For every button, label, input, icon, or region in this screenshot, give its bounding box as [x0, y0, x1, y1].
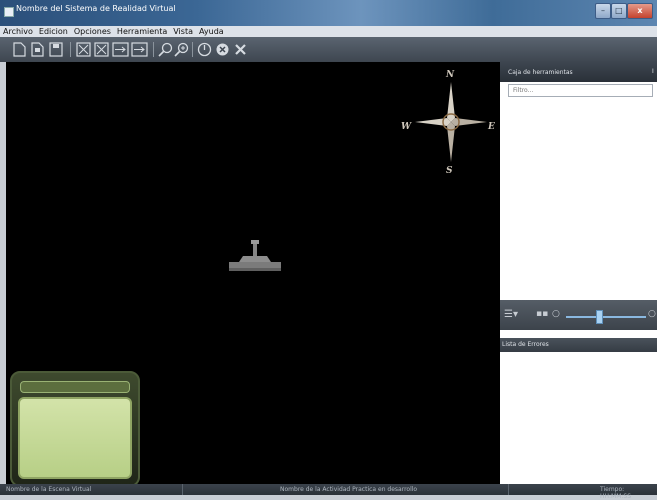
menu-opciones[interactable]: Opciones [71, 26, 114, 37]
compass-north-label: N [446, 70, 455, 80]
zoom-slider-handle[interactable] [596, 310, 603, 324]
minimap-screen[interactable] [18, 397, 132, 479]
scene-object[interactable] [229, 240, 281, 274]
zoom-bar: ☰▾ ▪▪ ○ ○ [500, 300, 657, 330]
menu-herramienta[interactable]: Herramienta [114, 26, 170, 37]
maximize-button[interactable]: □ [610, 3, 627, 19]
menu-bar: Archivo Edicion Opciones Herramienta Vis… [0, 26, 657, 37]
filter-input[interactable] [508, 84, 653, 97]
right-panel: Caja de herramientas I ☰▾ ▪▪ ○ ○ Lista d… [500, 62, 657, 484]
app-icon [4, 7, 14, 17]
fit-view-icon[interactable] [76, 42, 91, 57]
errors-list [500, 352, 657, 484]
errors-title: Lista de Errores [502, 341, 549, 348]
zoom-slider-track[interactable] [566, 316, 646, 318]
status-divider [508, 484, 509, 495]
menu-archivo[interactable]: Archivo [0, 26, 36, 37]
compass-rose: N W E S [399, 70, 499, 180]
close-x-icon[interactable] [233, 42, 248, 57]
stop-icon[interactable] [215, 42, 230, 57]
menu-ayuda[interactable]: Ayuda [196, 26, 227, 37]
zoom-max-icon[interactable]: ○ [648, 309, 656, 319]
viewport-3d[interactable]: N W E S [6, 62, 500, 487]
minimap-bar [20, 381, 130, 393]
status-time: Tiempo: HH:MM:SS [600, 486, 632, 500]
toolbox-title: Caja de herramientas [508, 69, 573, 76]
minimap-panel[interactable] [10, 371, 140, 487]
compass-west-label: W [401, 122, 412, 132]
errors-header: Lista de Errores [500, 338, 657, 352]
toolbar [0, 37, 657, 62]
zoom-in-icon[interactable] [174, 42, 189, 57]
toolbox-pin-icon[interactable]: I [652, 68, 654, 75]
move-far-icon[interactable] [131, 42, 148, 57]
close-button[interactable]: x [626, 3, 653, 19]
window-controls: – □ x [595, 3, 653, 19]
status-activity-name: Nombre de la Actividad Practica en desar… [280, 486, 418, 493]
status-scene-name: Nombre de la Escena Virtual [6, 486, 92, 493]
rotate-icon[interactable] [197, 42, 212, 57]
new-file-icon[interactable] [12, 42, 27, 57]
open-icon[interactable] [30, 42, 45, 57]
grid-icon[interactable]: ▪▪ [536, 309, 548, 319]
fit-selection-icon[interactable] [94, 42, 109, 57]
title-bar: Nombre del Sistema de Realidad Virtual –… [0, 0, 657, 26]
compass-east-label: E [488, 122, 495, 132]
view-mode-icon[interactable]: ☰▾ [504, 309, 518, 320]
menu-vista[interactable]: Vista [170, 26, 196, 37]
menu-edicion[interactable]: Edicion [36, 26, 71, 37]
status-bar: Nombre de la Escena Virtual Nombre de la… [0, 484, 657, 500]
toolbox-content [500, 99, 657, 299]
minimize-button[interactable]: – [595, 3, 611, 19]
status-divider [182, 484, 183, 495]
zoom-min-icon[interactable]: ○ [552, 309, 560, 319]
compass-star-icon [415, 82, 487, 162]
toolbox-header: Caja de herramientas I [500, 62, 657, 82]
move-right-icon[interactable] [112, 42, 129, 57]
window-title: Nombre del Sistema de Realidad Virtual [16, 4, 176, 13]
save-icon[interactable] [48, 42, 63, 57]
zoom-out-icon[interactable] [158, 42, 173, 57]
compass-south-label: S [446, 166, 453, 176]
